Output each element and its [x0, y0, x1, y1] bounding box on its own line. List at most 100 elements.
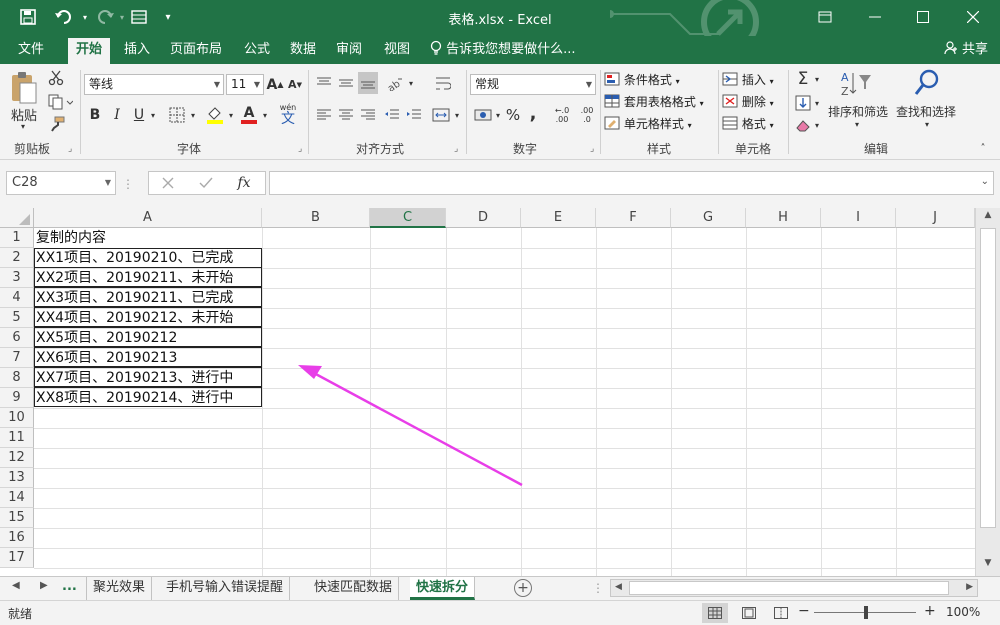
decrease-indent-icon[interactable] [382, 104, 402, 126]
increase-decimal-icon[interactable]: ←.0.00 [550, 104, 574, 126]
enter-icon[interactable] [197, 174, 215, 192]
h-scroll-thumb[interactable] [629, 581, 949, 595]
collapse-ribbon-icon[interactable]: ˄ [976, 142, 990, 154]
fill-down-icon[interactable] [794, 92, 812, 114]
align-center-icon[interactable] [336, 104, 356, 126]
phonetic-guide-icon[interactable]: wén 文 [276, 102, 300, 128]
clear-dropdown-icon[interactable]: ▾ [812, 114, 822, 136]
format-cells-button[interactable]: 格式 ▾ [722, 114, 774, 134]
name-box[interactable]: C28 ▼ [6, 171, 116, 195]
number-launcher-icon[interactable]: ⌟ [590, 144, 594, 154]
scroll-down-icon[interactable]: ▼ [980, 558, 996, 572]
tab-splitter-icon[interactable]: ⋮ [592, 581, 604, 595]
formula-input[interactable]: ⌄ [269, 171, 994, 195]
maximize-icon[interactable] [908, 6, 938, 28]
paste-icon[interactable] [6, 68, 42, 108]
decrease-decimal-icon[interactable]: .00.0 [576, 104, 598, 126]
borders-dropdown-icon[interactable]: ▾ [188, 104, 198, 126]
cut-icon[interactable] [46, 68, 66, 88]
alignment-launcher-icon[interactable]: ⌟ [454, 144, 458, 154]
sheet-tab-phone-error[interactable]: 手机号输入错误提醒 [160, 577, 291, 600]
clear-icon[interactable] [794, 114, 812, 136]
tab-file[interactable]: 文件 [10, 38, 52, 64]
conditional-formatting-button[interactable]: 条件格式 ▾ [604, 70, 680, 90]
align-right-icon[interactable] [358, 104, 378, 126]
tab-review[interactable]: 审阅 [328, 38, 370, 64]
expand-formula-icon[interactable]: ⌄ [981, 176, 989, 187]
tab-insert[interactable]: 插入 [116, 38, 158, 64]
autosum-button[interactable]: Σ [794, 68, 812, 90]
page-layout-view-icon[interactable] [736, 603, 762, 623]
underline-dropdown-icon[interactable]: ▾ [148, 104, 158, 126]
bold-button[interactable]: B [86, 104, 104, 126]
accounting-format-icon[interactable] [472, 104, 496, 126]
tab-view[interactable]: 视图 [376, 38, 418, 64]
number-format-combo[interactable]: 常规 ▼ [470, 74, 596, 95]
align-middle-icon[interactable] [336, 72, 356, 94]
font-color-dropdown-icon[interactable]: ▾ [260, 104, 270, 126]
percent-style-button[interactable]: % [504, 104, 522, 126]
insert-cells-button[interactable]: 插入 ▾ [722, 70, 774, 90]
share-button[interactable]: 共享 [940, 38, 992, 62]
sheet-tab-quick-split[interactable]: 快速拆分 [410, 577, 476, 600]
scroll-right-icon[interactable]: ▶ [966, 582, 973, 592]
wrap-text-icon[interactable] [432, 72, 454, 94]
font-launcher-icon[interactable]: ⌟ [298, 144, 302, 154]
font-color-icon[interactable]: A [238, 104, 260, 126]
minimize-icon[interactable] [860, 6, 890, 28]
close-icon[interactable] [958, 6, 988, 28]
zoom-out-button[interactable]: − [798, 603, 810, 619]
comma-style-button[interactable]: , [526, 102, 540, 124]
merge-center-icon[interactable] [430, 104, 452, 126]
align-bottom-icon[interactable] [358, 72, 378, 94]
paste-dropdown-icon[interactable]: ▾ [16, 120, 30, 132]
tab-home[interactable]: 开始 [68, 38, 111, 64]
worksheet-grid[interactable]: A B C D E F G H I J 1 2 3 4 5 6 7 8 9 10… [0, 208, 1000, 576]
tab-data[interactable]: 数据 [282, 38, 324, 64]
borders-icon[interactable] [166, 104, 188, 126]
fill-color-icon[interactable] [204, 104, 226, 126]
scroll-thumb[interactable] [980, 228, 996, 528]
italic-button[interactable]: I [108, 104, 126, 126]
zoom-slider-thumb[interactable] [864, 606, 868, 619]
align-left-icon[interactable] [314, 104, 334, 126]
underline-button[interactable]: U [130, 104, 148, 126]
scroll-left-icon[interactable]: ◀ [615, 582, 622, 592]
ribbon-display-icon[interactable] [810, 6, 840, 28]
accounting-dropdown-icon[interactable]: ▾ [494, 104, 502, 126]
new-sheet-button[interactable]: + [514, 579, 532, 597]
resize-dots-icon[interactable]: ⋮ [122, 176, 134, 192]
find-dropdown-icon[interactable]: ▾ [922, 118, 932, 130]
zoom-level[interactable]: 100% [946, 605, 980, 619]
more-sheets-button[interactable]: ... [62, 579, 77, 594]
find-select-icon[interactable] [912, 68, 942, 98]
sheet-tab-quick-match[interactable]: 快速匹配数据 [308, 577, 400, 600]
font-size-combo[interactable]: 11 ▼ [226, 74, 264, 95]
cell-styles-button[interactable]: 单元格样式 ▾ [604, 114, 692, 134]
clipboard-launcher-icon[interactable]: ⌟ [68, 144, 72, 154]
zoom-in-button[interactable]: + [924, 603, 936, 619]
increase-font-icon[interactable]: A ▲ [266, 74, 284, 95]
insert-function-button[interactable]: fx [233, 174, 255, 192]
tab-page-layout[interactable]: 页面布局 [162, 38, 230, 64]
page-break-view-icon[interactable] [768, 603, 794, 623]
sort-dropdown-icon[interactable]: ▾ [852, 118, 862, 130]
sort-filter-icon[interactable]: AZ [836, 68, 876, 98]
tab-formulas[interactable]: 公式 [236, 38, 278, 64]
autosum-dropdown-icon[interactable]: ▾ [812, 68, 822, 90]
format-as-table-button[interactable]: 套用表格格式 ▾ [604, 92, 704, 112]
tell-me-box[interactable]: 告诉我您想要做什么... [430, 40, 576, 60]
normal-view-icon[interactable] [702, 603, 728, 623]
horizontal-scrollbar[interactable]: ◀ ▶ [610, 579, 978, 597]
font-name-combo[interactable]: 等线 ▼ [84, 74, 224, 95]
scroll-up-icon[interactable]: ▲ [980, 210, 996, 224]
format-painter-icon[interactable] [46, 114, 68, 134]
increase-indent-icon[interactable] [404, 104, 424, 126]
merge-dropdown-icon[interactable]: ▾ [452, 104, 462, 126]
cancel-icon[interactable] [159, 174, 177, 192]
copy-icon[interactable] [46, 92, 74, 112]
decrease-font-icon[interactable]: A ▼ [286, 74, 304, 95]
fill-dropdown-icon[interactable]: ▾ [226, 104, 236, 126]
vertical-scrollbar[interactable]: ▲ ▼ [975, 208, 1000, 576]
orientation-icon[interactable]: ab [384, 72, 406, 94]
